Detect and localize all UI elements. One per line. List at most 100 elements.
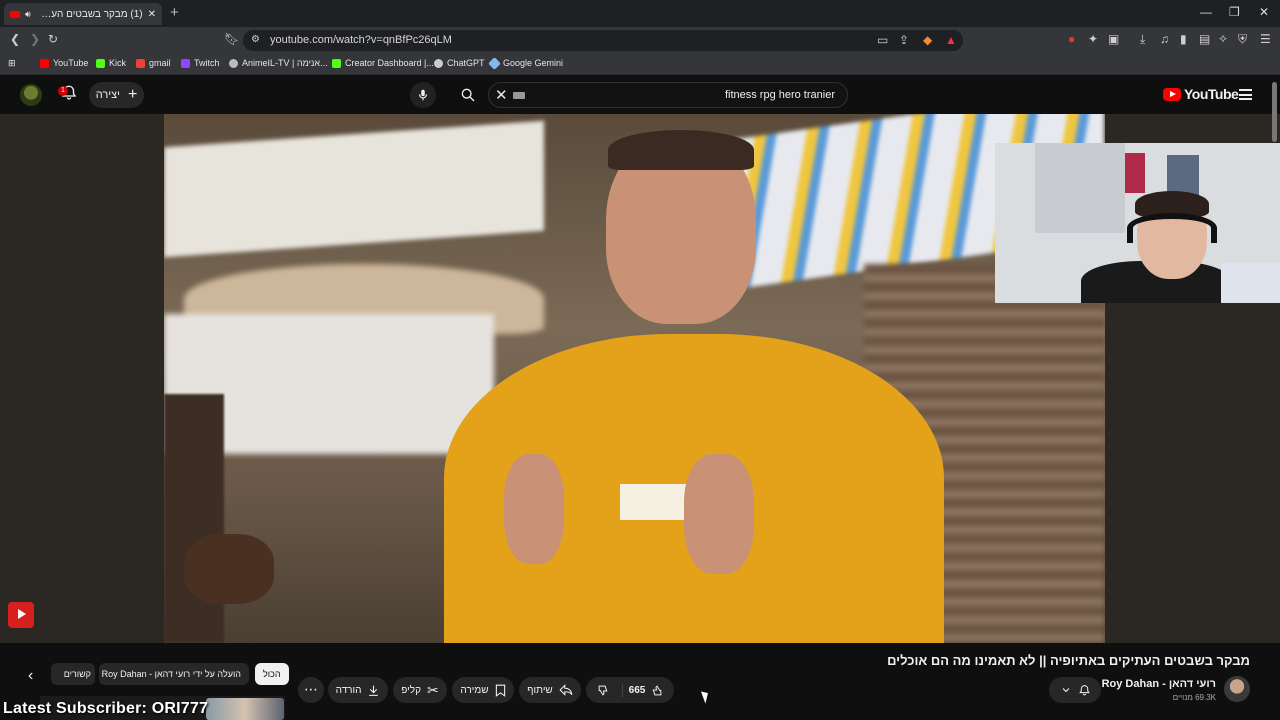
close-tab-icon[interactable]: ✕ (148, 9, 156, 20)
downloads-icon[interactable]: ⤓ (1140, 32, 1145, 47)
background-person-left (164, 394, 224, 643)
gemini-icon (488, 56, 501, 70)
presenter-hand-right (684, 454, 754, 574)
video-frame[interactable] (164, 114, 1105, 643)
bookmark-label: Google Gemini (503, 58, 564, 68)
presenter-hand-left (504, 454, 564, 564)
chip-all[interactable]: הכול (255, 663, 289, 685)
share-button[interactable]: שיתוף (519, 677, 581, 703)
page-scrollbar[interactable] (1272, 82, 1277, 142)
close-window-icon[interactable]: ✕ (1259, 5, 1269, 19)
url-text[interactable]: youtube.com/watch?v=qnBfPc26qLM (270, 34, 452, 46)
vpn-icon[interactable]: ⛨ (1238, 32, 1247, 47)
youtube-logo-icon (1163, 87, 1181, 101)
create-label: יצירה (95, 89, 120, 101)
subscriber-count: 69.3K מנויים (1172, 693, 1216, 702)
latest-subscriber-overlay: Latest Subscriber: ORI777 (3, 700, 209, 717)
site-settings-icon[interactable]: ⚙ (251, 34, 260, 45)
bookmark-chatgpt[interactable]: ChatGPT (434, 58, 485, 68)
browser-tab-bar: 🔊︎ (1) מבקר בשבטים העתיקים ב ✕ + — ❐ ✕ (0, 0, 1280, 27)
twitch-icon (181, 58, 190, 68)
back-icon[interactable]: ❮ (10, 32, 20, 46)
chatgpt-icon (434, 58, 443, 68)
cast-icon[interactable]: ▭ (877, 33, 888, 47)
new-tab-icon[interactable]: + (170, 4, 179, 21)
chevron-left-icon[interactable]: ‹ (28, 667, 33, 685)
guide-menu-icon[interactable] (1239, 89, 1252, 100)
search-icon (461, 88, 475, 102)
forward-icon[interactable]: ❯ (30, 32, 40, 46)
bookmark-youtube[interactable]: YouTube (40, 58, 88, 68)
sidebar-icon[interactable]: ▮ (1180, 32, 1187, 46)
keyboard-icon[interactable] (513, 92, 525, 99)
dislike-button[interactable] (597, 683, 623, 697)
bookmark-animeil[interactable]: AnimeIL-TV | אנימה... (229, 58, 328, 68)
plus-icon: + (127, 86, 138, 103)
extension-opera-icon[interactable]: ● (1068, 32, 1075, 46)
restore-icon[interactable]: ❐ (1229, 5, 1240, 19)
more-actions-button[interactable]: ⋯ (298, 677, 324, 703)
reload-icon[interactable]: ↻ (48, 32, 58, 46)
subscribe-watermark-icon[interactable] (8, 602, 34, 628)
brave-shield-icon[interactable]: ◆ (923, 33, 932, 47)
bookmark-page-icon[interactable]: 🔖︎ (224, 32, 239, 46)
share-label: שיתוף (527, 684, 553, 696)
clip-button[interactable]: קליפ ✂ (393, 677, 447, 703)
video-player[interactable] (0, 114, 1280, 643)
kick-icon (332, 58, 341, 68)
channel-name[interactable]: רועי דהאן - Roy Dahan (1102, 678, 1216, 690)
youtube-header: 1 יצירה + ✕ fitness rpg hero tranier You… (0, 76, 1280, 114)
bookmark-gemini[interactable]: Google Gemini (488, 56, 564, 70)
streamer-webcam-overlay (995, 143, 1280, 303)
thumbs-down-icon (598, 685, 608, 696)
extension-puzzle-icon[interactable]: ✦ (1088, 32, 1098, 46)
gmail-icon (136, 58, 145, 68)
webcam-pillow (1221, 263, 1280, 303)
youtube-logo[interactable]: YouTube (1163, 86, 1239, 102)
save-button[interactable]: שמירה (452, 677, 514, 703)
search-input[interactable]: ✕ fitness rpg hero tranier (488, 82, 848, 108)
address-bar[interactable]: ⚙ youtube.com/watch?v=qnBfPc26qLM ▭ ⇪ ◆ … (243, 30, 963, 51)
rewards-icon[interactable]: ▲ (945, 33, 957, 47)
bookmark-label: gmail (149, 58, 171, 68)
bookmark-label: ChatGPT (447, 58, 485, 68)
user-avatar[interactable] (20, 84, 42, 106)
bookmark-creator-dashboard[interactable]: Creator Dashboard |... (332, 58, 434, 68)
save-label: שמירה (460, 684, 489, 696)
bookmark-twitch[interactable]: Twitch (181, 58, 220, 68)
notification-badge: 1 (58, 86, 68, 96)
bookmark-label: Kick (109, 58, 127, 68)
like-dislike-group: 665 (586, 677, 674, 703)
share-page-icon[interactable]: ⇪ (899, 33, 909, 47)
extension-screenshot-icon[interactable]: ▣ (1108, 32, 1119, 46)
media-icon[interactable]: ♫ (1160, 32, 1169, 46)
video-thumbnail[interactable] (206, 698, 284, 720)
youtube-favicon-icon (10, 10, 20, 18)
background-banner (164, 120, 544, 258)
more-horizontal-icon: ⋯ (304, 681, 318, 697)
search-query-text[interactable]: fitness rpg hero tranier (725, 89, 835, 101)
chip-related[interactable]: קשורים (51, 663, 95, 685)
clear-search-icon[interactable]: ✕ (495, 86, 508, 104)
wallet-icon[interactable]: ▤ (1199, 32, 1210, 46)
speaker-icon[interactable]: 🔊︎ (25, 9, 31, 20)
channel-avatar[interactable] (1224, 676, 1250, 702)
voice-search-button[interactable] (410, 82, 436, 108)
chip-uploaded-by[interactable]: הועלה על ידי רועי דהאן - Roy Dahan (99, 663, 249, 685)
active-tab[interactable]: 🔊︎ (1) מבקר בשבטים העתיקים ב ✕ (4, 3, 162, 25)
create-button[interactable]: יצירה + (89, 82, 144, 108)
minimize-icon[interactable]: — (1200, 5, 1212, 19)
webcam-window (1035, 143, 1125, 233)
subscribed-button[interactable] (1049, 677, 1101, 703)
search-button[interactable] (448, 82, 488, 108)
bookmark-gmail[interactable]: gmail (136, 58, 171, 68)
apps-grid-icon[interactable]: ⊞ (8, 58, 16, 69)
menu-icon[interactable]: ☰ (1260, 32, 1271, 46)
bookmark-kick[interactable]: Kick (96, 58, 126, 68)
leo-ai-icon[interactable]: ✧ (1218, 32, 1228, 46)
bookmarks-bar: ⊞ YouTube Kick gmail Twitch AnimeIL-TV |… (0, 53, 1280, 75)
bell-icon (1078, 684, 1090, 695)
download-button[interactable]: הורדה (328, 677, 388, 703)
presenter-hair (608, 130, 754, 170)
like-button[interactable]: 665 (629, 684, 664, 697)
